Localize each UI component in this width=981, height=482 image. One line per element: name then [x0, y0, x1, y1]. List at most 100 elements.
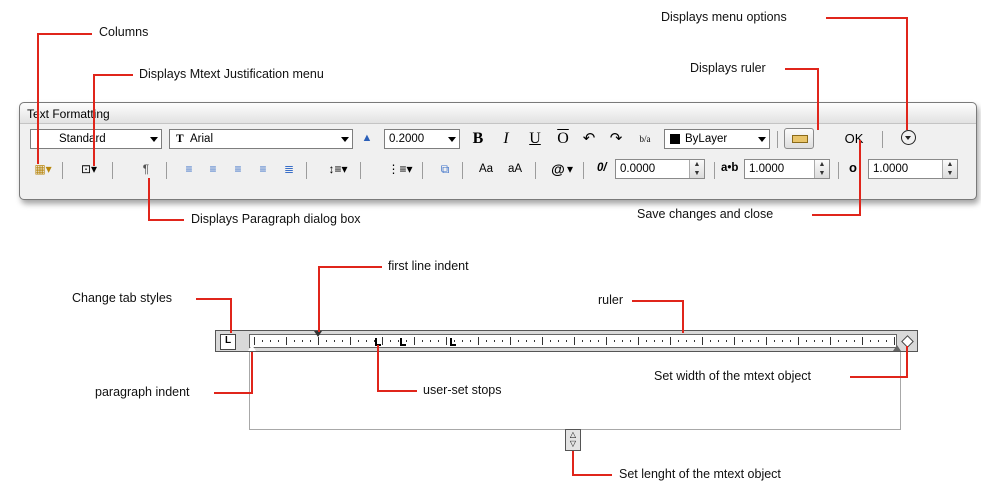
- options-menu-button[interactable]: [901, 130, 916, 145]
- style-dropdown[interactable]: Standard: [30, 129, 162, 149]
- annotative-icon[interactable]: ▲: [360, 130, 374, 147]
- right-indent-marker[interactable]: [893, 345, 901, 351]
- justify-icon[interactable]: ≡: [254, 161, 272, 178]
- annotation-ruler: ruler: [598, 293, 624, 307]
- ruler-minor-tick: [790, 340, 791, 342]
- leader-line: [37, 33, 92, 35]
- ruler-major-tick: [798, 337, 799, 345]
- spinner-icon[interactable]: ▲ ▼: [814, 160, 829, 178]
- ruler[interactable]: [249, 334, 897, 348]
- stack-button[interactable]: b/a: [634, 129, 656, 149]
- ok-button[interactable]: OK: [842, 129, 866, 149]
- ruler-minor-tick: [462, 340, 463, 342]
- width-factor-value: 1.0000: [873, 163, 909, 175]
- spinner-icon[interactable]: ▲ ▼: [942, 160, 957, 178]
- toolbar-titlebar[interactable]: Text Formatting: [20, 103, 976, 124]
- annotation-change-tab-styles: Change tab styles: [72, 291, 173, 305]
- user-tab-stop[interactable]: [400, 338, 406, 346]
- ruler-minor-tick: [270, 340, 271, 342]
- ruler-minor-tick: [598, 340, 599, 342]
- width-factor-input[interactable]: 1.0000 ▲ ▼: [868, 159, 958, 179]
- chevron-down-icon: [905, 136, 911, 140]
- ruler-minor-tick: [486, 340, 487, 342]
- ruler-minor-tick: [846, 340, 847, 342]
- text-height-dropdown[interactable]: 0.2000: [384, 129, 460, 149]
- leader-line: [196, 298, 232, 300]
- overline-button[interactable]: O: [555, 129, 571, 149]
- symbol-button[interactable]: @: [551, 161, 565, 178]
- chevron-down-icon[interactable]: ▾: [565, 161, 575, 178]
- annotation-user-set-stops: user-set stops: [423, 383, 502, 397]
- justification-icon[interactable]: ⊡▾: [74, 161, 104, 178]
- ruler-minor-tick: [398, 340, 399, 342]
- ruler-minor-tick: [686, 340, 687, 342]
- ruler-minor-tick: [582, 340, 583, 342]
- ruler-minor-tick: [406, 340, 407, 342]
- leader-line: [93, 74, 95, 166]
- ruler-minor-tick: [718, 340, 719, 342]
- ruler-minor-tick: [558, 340, 559, 342]
- separator: [62, 162, 63, 179]
- ruler-major-tick: [862, 337, 863, 345]
- leader-line: [906, 17, 908, 130]
- uppercase-button[interactable]: Aa: [476, 161, 496, 178]
- numbering-icon[interactable]: ⋮≡▾: [384, 161, 416, 178]
- oblique-angle-input[interactable]: 0.0000 ▲ ▼: [615, 159, 705, 179]
- ruler-minor-tick: [782, 340, 783, 342]
- ruler-major-tick: [894, 337, 895, 345]
- leader-line: [230, 298, 232, 333]
- ruler-minor-tick: [454, 340, 455, 342]
- separator: [838, 162, 839, 179]
- ruler-minor-tick: [566, 340, 567, 342]
- distribute-icon[interactable]: ≣: [280, 161, 298, 178]
- ruler-minor-tick: [590, 340, 591, 342]
- ruler-minor-tick: [278, 340, 279, 342]
- annotation-set-width: Set width of the mtext object: [654, 369, 812, 383]
- italic-button[interactable]: I: [499, 129, 513, 149]
- separator: [306, 162, 307, 179]
- ruler-minor-tick: [438, 340, 439, 342]
- ruler-major-tick: [574, 337, 575, 345]
- length-grip-icon[interactable]: △ ▽: [565, 429, 581, 451]
- leader-line: [572, 474, 612, 476]
- align-right-icon[interactable]: ≡: [229, 161, 247, 178]
- separator: [777, 131, 778, 148]
- insert-field-icon[interactable]: ⧉: [436, 161, 454, 178]
- ruler-major-tick: [766, 337, 767, 345]
- bold-button[interactable]: B: [470, 129, 486, 149]
- font-dropdown[interactable]: T Arial: [169, 129, 353, 149]
- paragraph-icon[interactable]: ¶: [136, 161, 156, 178]
- user-tab-stop-foot: [400, 344, 406, 346]
- ruler-minor-tick: [662, 340, 663, 342]
- ruler-minor-tick: [814, 340, 815, 342]
- leader-line: [37, 33, 39, 164]
- lowercase-button[interactable]: aA: [505, 161, 525, 178]
- underline-button[interactable]: U: [527, 129, 543, 149]
- leader-line: [859, 140, 861, 216]
- align-center-icon[interactable]: ≡: [204, 161, 222, 178]
- undo-button[interactable]: ↶: [581, 129, 597, 149]
- user-tab-stop[interactable]: [450, 338, 456, 346]
- leader-line: [850, 376, 908, 378]
- annotation-justification: Displays Mtext Justification menu: [139, 67, 324, 81]
- leader-line: [906, 346, 908, 378]
- ruler-major-tick: [446, 337, 447, 345]
- tab-style-button[interactable]: L: [220, 334, 236, 350]
- truetype-font-icon: T: [176, 133, 184, 145]
- redo-button[interactable]: ↷: [608, 129, 624, 149]
- ruler-minor-tick: [302, 340, 303, 342]
- columns-icon[interactable]: ▦▾: [30, 161, 56, 178]
- tracking-input[interactable]: 1.0000 ▲ ▼: [744, 159, 830, 179]
- ruler-minor-tick: [614, 340, 615, 342]
- leader-line: [572, 451, 574, 476]
- ruler-toggle-button[interactable]: [784, 128, 814, 149]
- color-dropdown[interactable]: ByLayer: [664, 129, 770, 149]
- spinner-icon[interactable]: ▲ ▼: [689, 160, 704, 178]
- ruler-minor-tick: [838, 340, 839, 342]
- line-spacing-icon[interactable]: ↕≡▾: [323, 161, 353, 178]
- separator: [112, 162, 113, 179]
- ruler-minor-tick: [526, 340, 527, 342]
- ruler-minor-tick: [358, 340, 359, 342]
- align-left-icon[interactable]: ≡: [180, 161, 198, 178]
- ruler-icon: [792, 135, 808, 143]
